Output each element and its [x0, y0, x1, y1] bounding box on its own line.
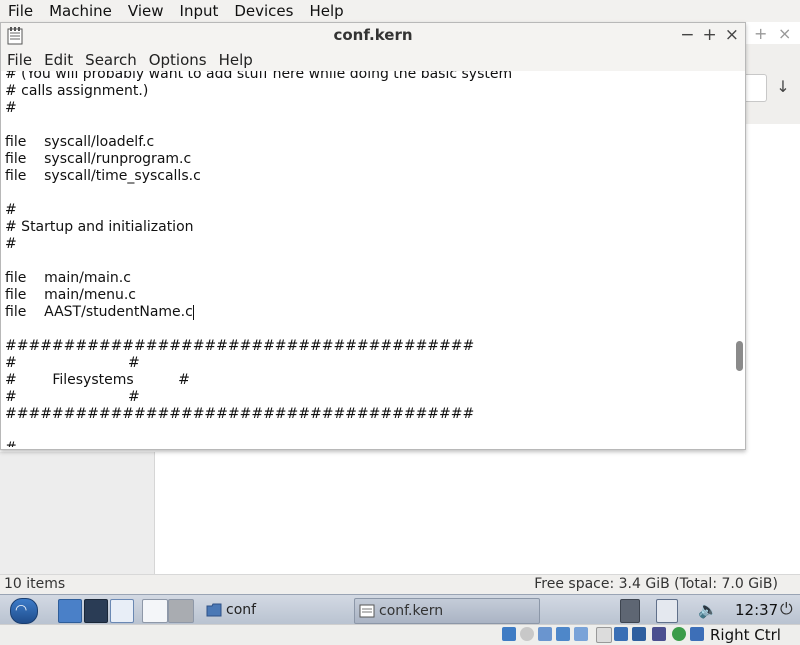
text-content[interactable]: # (You will probably want to add stuff h…: [5, 71, 512, 447]
start-menu-button[interactable]: ◠: [10, 598, 38, 624]
usb-device-icon[interactable]: [620, 599, 640, 623]
vbox-menubar: File Machine View Input Devices Help: [0, 0, 800, 23]
usb-icon[interactable]: [574, 627, 588, 641]
taskbar: ◠ conf conf.kern 🔈 12:37 ⏻: [0, 594, 800, 625]
text-line: # #: [5, 389, 140, 405]
window-launcher-icon[interactable]: [110, 599, 134, 623]
file-manager-sidebar[interactable]: [0, 452, 155, 574]
minimize-icon[interactable]: −: [680, 25, 694, 45]
taskbar-task-conf-kern[interactable]: conf.kern: [354, 598, 540, 624]
text-line: # calls assignment.): [5, 83, 149, 99]
vertical-scrollbar[interactable]: [733, 71, 745, 447]
new-tab-icon[interactable]: +: [754, 24, 767, 43]
editor-menu-edit[interactable]: Edit: [38, 51, 79, 69]
text-line: #: [5, 440, 512, 447]
editor-titlebar[interactable]: conf.kern − + ×: [1, 23, 745, 49]
items-count: 10 items: [4, 576, 66, 592]
vbox-menu-help[interactable]: Help: [301, 0, 351, 22]
scrollbar-thumb[interactable]: [736, 341, 743, 371]
text-line: file AAST/studentName.c: [5, 304, 194, 320]
maximize-icon[interactable]: +: [703, 25, 717, 45]
optical-drive-icon[interactable]: [520, 627, 534, 641]
close-tab-icon[interactable]: ×: [778, 24, 791, 43]
file-manager-launcher-icon[interactable]: [58, 599, 82, 623]
window-controls: − + ×: [680, 25, 739, 45]
text-line: [5, 117, 512, 134]
text-line: # #: [5, 355, 140, 371]
download-arrow-icon[interactable]: ↓: [772, 76, 794, 98]
text-line: # Startup and initialization: [5, 219, 194, 235]
editor-menu-search[interactable]: Search: [79, 51, 143, 69]
text-line: #: [5, 100, 17, 116]
text-line: #: [5, 202, 17, 218]
text-area[interactable]: # (You will probably want to add stuff h…: [1, 71, 733, 447]
cpu-icon[interactable]: [652, 627, 666, 641]
vbox-menu-view[interactable]: View: [120, 0, 172, 22]
audio-icon[interactable]: [538, 627, 552, 641]
desktop-1-button[interactable]: [142, 599, 168, 623]
location-field[interactable]: [746, 74, 767, 102]
editor-window: conf.kern − + × File Edit Search Options…: [0, 22, 746, 450]
text-line: ########################################: [5, 406, 475, 422]
editor-menu-help[interactable]: Help: [213, 51, 259, 69]
text-line: # Filesystems #: [5, 372, 190, 388]
text-line: ########################################: [5, 338, 475, 354]
mouse-integration-icon[interactable]: [690, 627, 704, 641]
terminal-launcher-icon[interactable]: [84, 599, 108, 623]
network-icon[interactable]: [656, 599, 678, 623]
host-key-label: Right Ctrl: [710, 626, 781, 644]
taskbar-task-conf[interactable]: conf: [202, 598, 346, 622]
text-line: file main/main.c: [5, 270, 131, 286]
vbox-menu-file[interactable]: File: [0, 0, 41, 22]
text-line: file syscall/loadelf.c: [5, 134, 155, 150]
free-space: Free space: 3.4 GiB (Total: 7.0 GiB): [534, 576, 778, 592]
text-line: file main/menu.c: [5, 287, 136, 303]
editor-menubar: File Edit Search Options Help: [1, 49, 745, 71]
editor-menu-options[interactable]: Options: [143, 51, 213, 69]
text-cursor: [192, 304, 194, 320]
vbox-menu-machine[interactable]: Machine: [41, 0, 120, 22]
text-line: [5, 321, 512, 338]
power-icon[interactable]: ⏻: [780, 599, 793, 619]
text-line: file syscall/time_syscalls.c: [5, 168, 201, 184]
text-line: [5, 185, 512, 202]
vbox-statusbar: Right Ctrl: [0, 624, 800, 645]
text-editor-icon: [359, 604, 375, 618]
vbox-menu-input[interactable]: Input: [172, 0, 227, 22]
vbox-menu-devices[interactable]: Devices: [226, 0, 301, 22]
display-icon[interactable]: [614, 627, 628, 641]
desktop-2-button[interactable]: [168, 599, 194, 623]
video-capture-icon[interactable]: [632, 627, 646, 641]
text-line: #: [5, 236, 17, 252]
text-line: file syscall/runprogram.c: [5, 151, 192, 167]
window-title: conf.kern: [333, 26, 413, 44]
lubuntu-logo-icon: ◠: [15, 602, 28, 618]
task-label: conf.kern: [379, 603, 444, 619]
editor-menu-file[interactable]: File: [1, 51, 38, 69]
clock[interactable]: 12:37: [735, 601, 778, 619]
network-adapter-icon[interactable]: [556, 627, 570, 641]
task-label: conf: [226, 602, 257, 618]
folder-icon: [206, 603, 222, 617]
text-line: [5, 423, 512, 440]
hard-disk-icon[interactable]: [502, 627, 516, 641]
shared-folders-icon[interactable]: [596, 627, 612, 643]
close-icon[interactable]: ×: [725, 25, 739, 45]
file-manager-statusbar: 10 items Free space: 3.4 GiB (Total: 7.0…: [0, 574, 800, 595]
text-line: [5, 253, 512, 270]
text-line: # (You will probably want to add stuff h…: [5, 71, 513, 82]
guest-additions-icon[interactable]: [672, 627, 686, 641]
volume-icon[interactable]: 🔈: [698, 599, 718, 621]
